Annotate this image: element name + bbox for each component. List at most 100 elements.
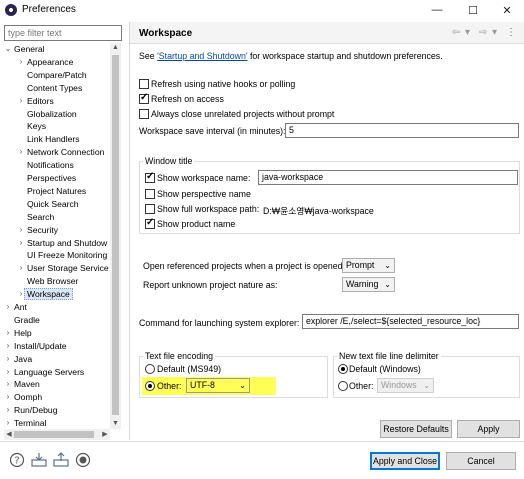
workspace-name-input[interactable]: java-workspace <box>258 170 518 185</box>
preferences-tree[interactable]: ⌄ General › Appearance Compare/Patch Content … <box>4 43 110 428</box>
tree-item-label: User Storage Service <box>27 263 109 274</box>
page-title: Workspace <box>139 28 193 39</box>
tree-item-label: Search <box>27 211 55 222</box>
save-interval-input[interactable]: 5 <box>285 123 519 138</box>
back-icon[interactable]: ⇦ <box>452 27 460 38</box>
tree-item-label: Java <box>14 353 33 364</box>
export-icon[interactable] <box>53 452 69 468</box>
command-input[interactable]: explorer /E,/select=${selected_resource_… <box>302 314 519 329</box>
tree-horizontal-scrollbar[interactable]: ◀ ▶ <box>4 429 110 440</box>
help-icon[interactable]: ? <box>9 452 25 468</box>
scroll-thumb[interactable] <box>112 55 119 415</box>
tree-item-label: Language Servers <box>14 366 85 377</box>
open-referenced-select[interactable]: Prompt ⌄ <box>342 258 395 273</box>
back-menu-icon[interactable]: ▾ <box>465 27 470 38</box>
expand-twisty-icon[interactable]: ⌄ <box>4 43 12 55</box>
delimiter-select[interactable]: Windows ⌄ <box>377 378 434 393</box>
expand-twisty-icon[interactable]: › <box>4 391 12 403</box>
window-title-group-label: Window title <box>143 156 195 166</box>
refresh-access-checkbox[interactable] <box>139 92 149 104</box>
tree-item-label: Editors <box>27 95 54 106</box>
tree-item-label: Terminal <box>14 418 47 428</box>
import-icon[interactable] <box>31 452 47 468</box>
open-referenced-label: Open referenced projects when a project … <box>143 261 345 271</box>
refresh-native-checkbox[interactable] <box>139 79 149 89</box>
expand-twisty-icon[interactable]: › <box>4 404 12 416</box>
report-unknown-select[interactable]: Warning ⌄ <box>342 277 395 292</box>
expand-twisty-icon[interactable]: › <box>4 353 12 365</box>
close-icon[interactable]: ✕ <box>490 0 524 20</box>
report-unknown-value: Warning <box>346 279 379 289</box>
filter-input[interactable] <box>4 25 122 41</box>
footer-divider <box>0 441 524 442</box>
expand-twisty-icon[interactable]: › <box>17 95 25 107</box>
tree-item-label: Network Connection <box>27 147 105 158</box>
maximize-icon[interactable]: ☐ <box>456 0 490 20</box>
expand-twisty-icon[interactable]: › <box>17 262 25 274</box>
scroll-up-icon[interactable]: ▲ <box>110 43 121 53</box>
view-menu-icon[interactable]: ⋮ <box>506 27 516 38</box>
see-startup-text: See 'Startup and Shutdown' for workspace… <box>139 51 443 61</box>
forward-menu-icon[interactable]: ▾ <box>492 27 497 38</box>
delimiter-other-radio[interactable] <box>338 381 348 391</box>
record-icon[interactable] <box>75 452 91 468</box>
tree-item-label: Quick Search <box>27 198 79 209</box>
expand-twisty-icon[interactable]: › <box>4 378 12 390</box>
delimiter-other-label: Other: <box>349 381 374 391</box>
expand-twisty-icon[interactable]: › <box>17 237 25 249</box>
always-close-checkbox[interactable] <box>139 109 149 119</box>
scroll-down-icon[interactable]: ▼ <box>110 419 121 429</box>
expand-twisty-icon[interactable]: › <box>4 417 12 428</box>
tree-item-label: Security <box>27 224 59 235</box>
see-prefix: See <box>139 51 158 61</box>
encoding-other-radio[interactable] <box>145 381 155 391</box>
command-label: Command for launching system explorer: <box>139 318 300 328</box>
encoding-other-label: Other: <box>157 381 182 391</box>
tree-item-label: General <box>14 44 45 54</box>
show-perspective-checkbox[interactable] <box>145 189 155 199</box>
delimiter-default-radio[interactable] <box>338 364 348 374</box>
cancel-button[interactable]: Cancel <box>446 452 516 470</box>
chevron-down-icon: ⌄ <box>384 280 391 289</box>
tree-item-label: Project Natures <box>27 185 87 196</box>
expand-twisty-icon[interactable]: › <box>4 340 12 352</box>
expand-twisty-icon[interactable]: › <box>4 366 12 378</box>
tree-item-label: Perspectives <box>27 173 77 183</box>
tree-item-label: Globalization <box>27 108 77 119</box>
expand-twisty-icon[interactable]: › <box>17 56 25 68</box>
tree-item-label: Link Handlers <box>27 134 80 145</box>
report-unknown-label: Report unknown project nature as: <box>143 280 278 290</box>
minimize-icon[interactable]: — <box>420 0 454 20</box>
tree-vertical-scrollbar[interactable]: ▲ ▼ <box>110 43 121 429</box>
restore-defaults-button[interactable]: Restore Defaults <box>380 420 452 438</box>
delimiter-default-label: Default (Windows) <box>349 364 421 374</box>
panel-divider[interactable] <box>129 22 130 440</box>
apply-and-close-button[interactable]: Apply and Close <box>370 452 440 470</box>
expand-twisty-icon[interactable]: › <box>4 301 12 313</box>
expand-twisty-icon[interactable]: › <box>4 327 12 339</box>
expand-twisty-icon[interactable]: › <box>17 146 25 158</box>
startup-shutdown-link[interactable]: 'Startup and Shutdown' <box>157 51 247 61</box>
show-workspace-name-checkbox[interactable] <box>145 171 155 183</box>
tree-item-label: Run/Debug <box>14 405 58 416</box>
encoding-select[interactable]: UTF-8 ⌄ <box>186 378 250 393</box>
show-full-path-checkbox[interactable] <box>145 204 155 214</box>
encoding-default-radio[interactable] <box>145 364 155 374</box>
show-workspace-name-label: Show workspace name: <box>157 173 251 183</box>
expand-twisty-icon[interactable]: › <box>17 224 25 236</box>
line-delimiter-group-label: New text file line delimiter <box>337 351 441 361</box>
scroll-right-icon[interactable]: ▶ <box>100 429 110 440</box>
tree-item-label: UI Freeze Monitoring <box>27 250 108 261</box>
forward-icon[interactable]: ⇨ <box>479 27 487 38</box>
apply-button[interactable]: Apply <box>457 420 520 438</box>
hscroll-thumb[interactable] <box>14 431 94 438</box>
tree-item-label: Install/Update <box>14 340 67 351</box>
encoding-default-label: Default (MS949) <box>157 364 222 374</box>
tree-item-label: Startup and Shutdow <box>27 237 108 248</box>
full-path-value: D:₩윤소영₩java-workspace <box>263 206 374 216</box>
encoding-group-label: Text file encoding <box>143 351 215 361</box>
scroll-left-icon[interactable]: ◀ <box>4 429 14 440</box>
show-product-checkbox[interactable] <box>145 217 155 229</box>
svg-text:?: ? <box>14 456 19 467</box>
refresh-native-label: Refresh using native hooks or polling <box>151 79 296 89</box>
